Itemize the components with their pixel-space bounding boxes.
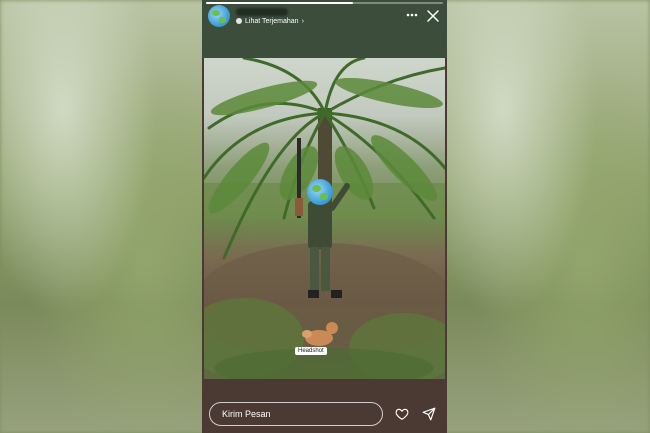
story-viewer: Lihat Terjemahan › Headshot Kirim Pesan (202, 0, 447, 433)
send-message-placeholder: Kirim Pesan (222, 409, 271, 419)
close-icon (427, 10, 439, 22)
close-button[interactable] (426, 9, 440, 23)
heart-icon (395, 408, 409, 420)
like-button[interactable] (395, 407, 409, 421)
face-cover-emoji (307, 179, 333, 205)
story-progress-bar (206, 2, 443, 4)
story-photo: Headshot (204, 58, 445, 379)
send-message-input[interactable]: Kirim Pesan (209, 402, 383, 426)
avatar[interactable] (208, 5, 230, 27)
blurred-background-left (0, 0, 210, 433)
see-translation-link[interactable]: Lihat Terjemahan › (236, 16, 304, 26)
more-horizontal-icon (406, 13, 418, 17)
more-options-button[interactable] (405, 8, 419, 22)
story-progress-fill (206, 2, 353, 4)
see-translation-label: Lihat Terjemahan (245, 17, 299, 25)
story-header: Lihat Terjemahan › (202, 0, 447, 58)
send-button[interactable] (422, 407, 436, 421)
chevron-right-icon: › (301, 17, 304, 25)
blurred-background-right (440, 0, 650, 433)
sticker-label: Headshot (295, 347, 327, 355)
username-redacted (236, 8, 288, 16)
story-footer: Kirim Pesan (202, 379, 447, 433)
send-icon (422, 407, 436, 421)
globe-icon (236, 18, 242, 24)
